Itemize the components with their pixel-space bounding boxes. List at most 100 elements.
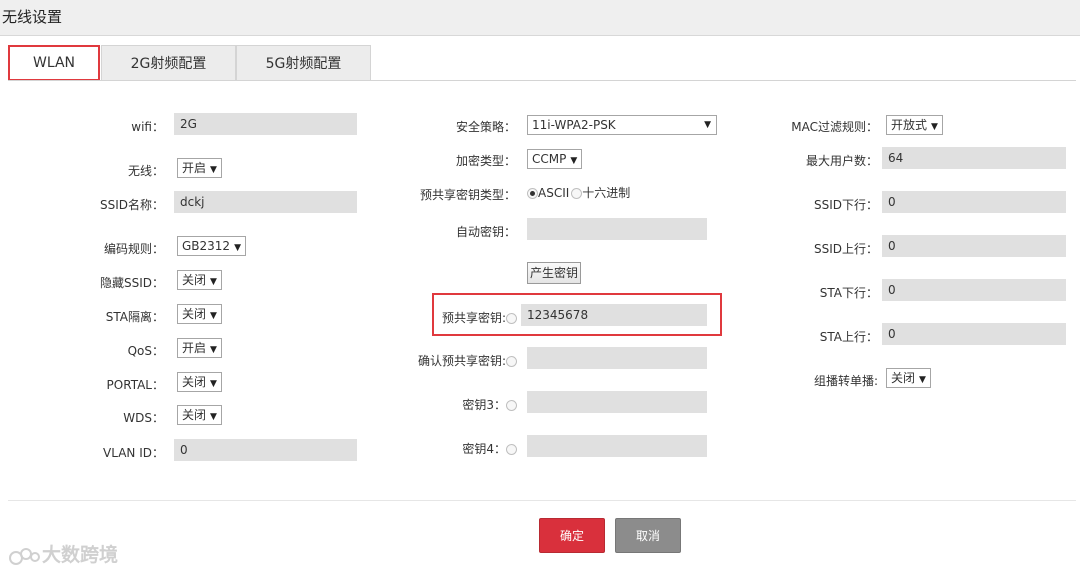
tab-divider (8, 80, 1076, 81)
wifi-label: wifi： (131, 120, 164, 134)
wireless-select[interactable]: 开启 ▼ (177, 158, 222, 178)
ssid-down-label: SSID下行： (813, 198, 878, 212)
tab-2g-radio[interactable]: 2G射频配置 (101, 45, 236, 81)
hide-ssid-select-value: 关闭 (182, 273, 207, 287)
ssid-label: SSID名称： (99, 198, 164, 212)
encryption-type-select[interactable]: CCMP ▼ (527, 149, 583, 169)
key4-label: 密钥4： (462, 440, 517, 457)
multicast-to-unicast-select-value: 关闭 (891, 371, 916, 385)
psk-type-ascii-radio[interactable] (527, 188, 538, 199)
sta-down-input[interactable]: 0 (882, 279, 1066, 301)
wifi-field: 2G (174, 113, 357, 135)
max-users-input[interactable]: 64 (882, 147, 1066, 169)
portal-select[interactable]: 关闭 ▼ (177, 372, 222, 392)
encoding-select-value: GB2312 (182, 239, 231, 253)
psk-type-radio-group: ASCII 十六进制 (527, 184, 630, 201)
mac-filter-select[interactable]: 开放式 ▼ (886, 115, 943, 135)
psk-label: 预共享密钥: (442, 309, 517, 326)
key4-label-text: 密钥4： (462, 442, 506, 456)
confirm-psk-input[interactable] (527, 347, 707, 369)
mac-filter-label: MAC过滤规则： (791, 120, 878, 134)
chevron-down-icon: ▼ (704, 120, 711, 130)
encoding-select[interactable]: GB2312 ▼ (177, 236, 246, 256)
multicast-to-unicast-select[interactable]: 关闭 ▼ (886, 368, 931, 388)
hide-ssid-label: 隐藏SSID： (99, 276, 164, 290)
hide-ssid-select[interactable]: 关闭 ▼ (177, 270, 222, 290)
confirm-psk-label: 确认预共享密钥: (418, 352, 517, 369)
sta-up-input[interactable]: 0 (882, 323, 1066, 345)
key3-label-text: 密钥3： (462, 398, 506, 412)
page-title: 无线设置 (2, 8, 63, 26)
chevron-down-icon: ▼ (234, 243, 241, 253)
confirm-psk-label-text: 确认预共享密钥: (417, 354, 506, 368)
ssid-up-input[interactable]: 0 (882, 235, 1066, 257)
encoding-label: 编码规则： (103, 242, 164, 256)
qos-label: QoS： (127, 344, 164, 358)
sta-down-label: STA下行： (819, 286, 878, 300)
wireless-select-value: 开启 (182, 161, 207, 175)
psk-label-text: 预共享密钥: (441, 311, 506, 325)
wireless-label: 无线： (127, 164, 164, 178)
tab-wlan-label: WLAN (32, 55, 75, 71)
ssid-down-input[interactable]: 0 (882, 191, 1066, 213)
auto-key-input[interactable] (527, 218, 707, 240)
key4-radio[interactable] (506, 444, 517, 455)
multicast-to-unicast-label: 组播转单播: (813, 374, 878, 388)
security-policy-label: 安全策略： (455, 120, 516, 134)
chevron-down-icon: ▼ (210, 412, 217, 422)
key4-input[interactable] (527, 435, 707, 457)
chevron-down-icon: ▼ (570, 156, 578, 166)
psk-radio[interactable] (506, 313, 517, 324)
wds-label: WDS： (123, 411, 164, 425)
psk-type-hex-radio[interactable] (571, 188, 583, 199)
page-header: 无线设置 (0, 0, 1080, 36)
portal-select-value: 关闭 (182, 375, 207, 389)
mac-filter-select-value: 开放式 (891, 118, 928, 132)
wds-select-value: 关闭 (182, 408, 207, 422)
vlan-id-label: VLAN ID： (103, 446, 164, 460)
watermark: 大数跨境 (8, 540, 118, 567)
psk-type-ascii-label: ASCII (538, 186, 570, 200)
chevron-down-icon: ▼ (210, 165, 217, 175)
auto-key-label: 自动密钥： (455, 225, 516, 239)
chevron-down-icon: ▼ (210, 277, 217, 287)
security-policy-select-value: 11i-WPA2-PSK (532, 118, 616, 132)
encryption-type-select-value: CCMP (532, 152, 567, 166)
confirm-psk-radio[interactable] (506, 356, 517, 367)
ok-button[interactable]: 确定 (539, 518, 605, 553)
qos-select-value: 开启 (182, 341, 207, 355)
ssid-input[interactable]: dckj (174, 191, 357, 213)
portal-label: PORTAL： (106, 378, 164, 392)
encryption-type-label: 加密类型： (455, 154, 516, 168)
qos-select[interactable]: 开启 ▼ (177, 338, 222, 358)
tab-2g-radio-label: 2G射频配置 (130, 56, 207, 72)
ssid-up-label: SSID上行： (813, 242, 878, 256)
chevron-down-icon: ▼ (919, 375, 926, 385)
psk-type-label: 预共享密钥类型： (419, 188, 516, 202)
vlan-id-input[interactable]: 0 (174, 439, 357, 461)
key3-input[interactable] (527, 391, 707, 413)
security-policy-select[interactable]: 11i-WPA2-PSK ▼ (527, 115, 717, 135)
generate-key-button[interactable]: 产生密钥 (527, 262, 582, 284)
psk-type-hex-label: 十六进制 (582, 186, 631, 200)
tab-5g-radio[interactable]: 5G射频配置 (236, 45, 371, 81)
psk-input[interactable]: 12345678 (521, 304, 707, 326)
key3-radio[interactable] (506, 400, 517, 411)
chevron-down-icon: ▼ (210, 345, 217, 355)
sta-isolation-label: STA隔离： (105, 310, 164, 324)
watermark-logo-icon (9, 547, 40, 565)
tab-wlan[interactable]: WLAN (8, 45, 100, 81)
watermark-text: 大数跨境 (42, 544, 119, 566)
tab-5g-radio-label: 5G射频配置 (265, 56, 342, 72)
sta-isolation-select-value: 关闭 (182, 307, 207, 321)
max-users-label: 最大用户数： (805, 154, 878, 168)
chevron-down-icon: ▼ (210, 311, 217, 321)
chevron-down-icon: ▼ (210, 379, 217, 389)
footer-divider (8, 500, 1076, 501)
chevron-down-icon: ▼ (931, 122, 938, 132)
sta-isolation-select[interactable]: 关闭 ▼ (177, 304, 222, 324)
wds-select[interactable]: 关闭 ▼ (177, 405, 222, 425)
cancel-button[interactable]: 取消 (615, 518, 681, 553)
key3-label: 密钥3： (462, 396, 517, 413)
sta-up-label: STA上行： (819, 330, 878, 344)
